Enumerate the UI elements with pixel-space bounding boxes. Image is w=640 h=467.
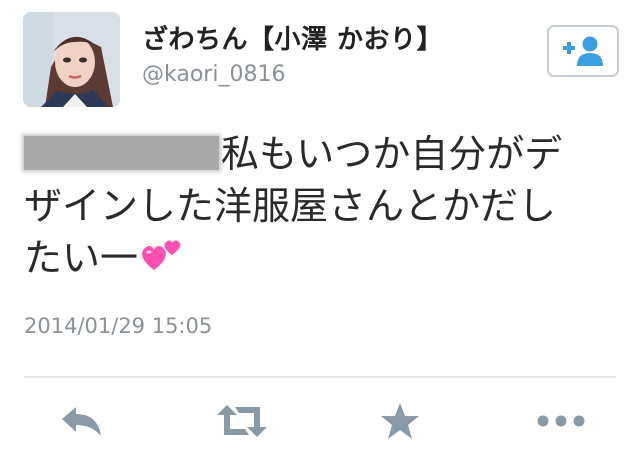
avatar[interactable] — [23, 12, 120, 107]
tweet-line-3: たい一 — [24, 232, 624, 286]
more-button[interactable] — [531, 396, 591, 446]
divider — [24, 376, 616, 378]
avatar-image — [23, 12, 120, 107]
user-handle[interactable]: @kaori_0816 — [142, 62, 285, 87]
tweet-line-1: 私もいつか自分がデ — [24, 128, 624, 180]
follow-button[interactable] — [547, 25, 619, 77]
reply-icon — [62, 407, 101, 436]
retweet-icon — [217, 405, 267, 437]
tweet-line-1-text: 私もいつか自分がデ — [221, 132, 563, 176]
reply-button[interactable] — [52, 396, 112, 446]
favorite-button[interactable] — [370, 396, 430, 446]
tweet-line-3-text: たい一 — [24, 236, 139, 280]
retweet-button[interactable] — [212, 396, 272, 446]
more-icon — [537, 415, 585, 427]
tweet-line-2: ザインした洋服屋さんとかだし — [24, 184, 557, 228]
two-hearts-icon — [140, 234, 184, 286]
redacted-mention — [24, 136, 219, 170]
add-user-icon — [563, 36, 603, 66]
display-name[interactable]: ざわちん【小澤 かおり】 — [142, 19, 443, 56]
tweet-text: 私もいつか自分がデ ザインした洋服屋さんとかだし たい一 — [24, 128, 624, 286]
star-icon — [381, 403, 419, 439]
timestamp[interactable]: 2014/01/29 15:05 — [24, 314, 212, 338]
